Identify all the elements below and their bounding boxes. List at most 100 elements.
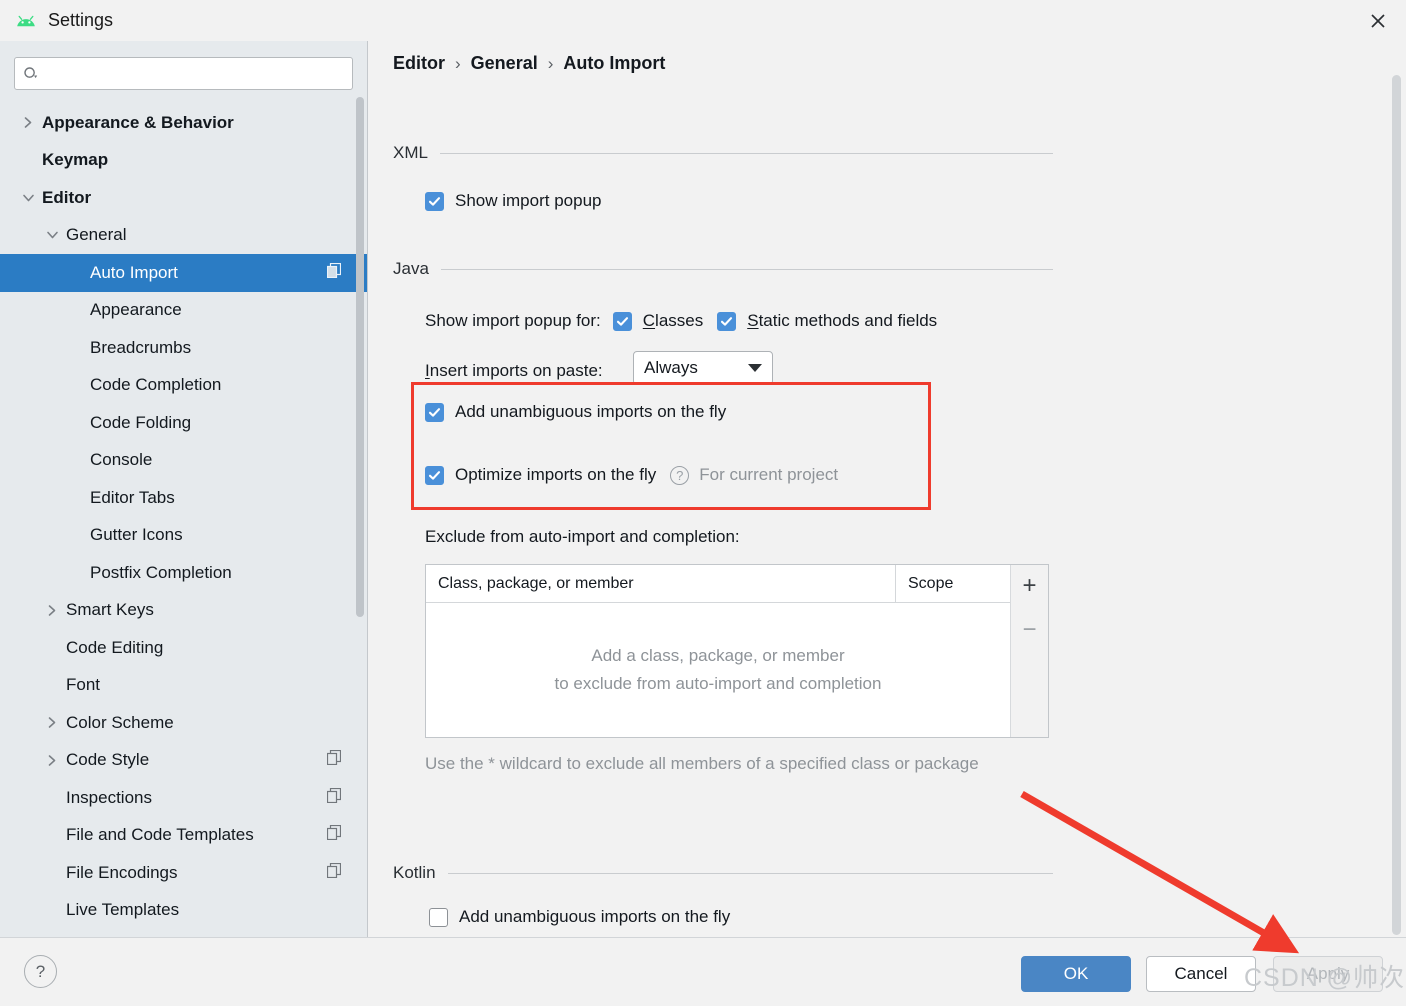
- java-add-unambiguous-checkbox[interactable]: [425, 402, 444, 422]
- title-bar: Settings: [0, 0, 1406, 41]
- sidebar-item-live-templates[interactable]: Live Templates: [0, 892, 367, 930]
- java-add-unambiguous-row[interactable]: Add unambiguous imports on the fly: [425, 402, 726, 422]
- java-section-rule: [440, 268, 1053, 270]
- chevron-right-icon[interactable]: [44, 752, 60, 768]
- search-box[interactable]: [14, 57, 353, 90]
- sidebar-item-breadcrumbs[interactable]: Breadcrumbs: [0, 329, 367, 367]
- sidebar-item-label: File and Code Templates: [66, 825, 254, 845]
- xml-show-import-popup-label: Show import popup: [455, 191, 602, 210]
- sidebar-item-code-completion[interactable]: Code Completion: [0, 367, 367, 405]
- sidebar-item-label: Code Editing: [66, 637, 164, 657]
- sidebar-item-gutter-icons[interactable]: Gutter Icons: [0, 517, 367, 555]
- sidebar-item-general[interactable]: General: [0, 217, 367, 255]
- sidebar-item-label: Code Completion: [90, 375, 222, 395]
- sidebar-item-font[interactable]: Font: [0, 667, 367, 705]
- add-button[interactable]: +: [1016, 571, 1044, 601]
- close-icon[interactable]: [1350, 0, 1406, 41]
- sidebar-item-code-folding[interactable]: Code Folding: [0, 404, 367, 442]
- chevron-down-icon[interactable]: [44, 227, 60, 243]
- sidebar-item-file-encodings[interactable]: File Encodings: [0, 854, 367, 892]
- sidebar-item-label: Editor Tabs: [90, 487, 175, 507]
- chevron-right-icon[interactable]: [44, 715, 60, 731]
- static-methods-checkbox[interactable]: [717, 311, 737, 331]
- sidebar-item-editor[interactable]: Editor: [0, 179, 367, 217]
- sidebar-item-label: Appearance: [90, 300, 182, 320]
- project-scope-icon: [326, 262, 342, 283]
- breadcrumb-auto-import: Auto Import: [563, 53, 666, 73]
- xml-show-import-popup-row[interactable]: Show import popup: [425, 191, 601, 211]
- static-methods-label: Static methods and fields: [747, 311, 938, 330]
- insert-imports-dropdown[interactable]: Always: [633, 351, 773, 385]
- java-optimize-imports-checkbox[interactable]: [425, 465, 444, 485]
- breadcrumb-separator-1: ›: [455, 53, 461, 73]
- sidebar-item-label: Live Templates: [66, 900, 180, 920]
- sidebar-item-code-editing[interactable]: Code Editing: [0, 629, 367, 667]
- settings-sidebar: Appearance & Behavior Keymap Editor General…: [0, 41, 368, 937]
- static-methods-label-rest: tatic methods and fields: [758, 311, 938, 330]
- xml-section-header: XML: [393, 143, 1053, 163]
- kotlin-section-header: Kotlin: [393, 863, 1053, 883]
- sidebar-item-inspections[interactable]: Inspections: [0, 779, 367, 817]
- kotlin-add-unambiguous-label: Add unambiguous imports on the fly: [459, 907, 731, 926]
- sidebar-item-label: File Encodings: [66, 862, 178, 882]
- sidebar-item-postfix-completion[interactable]: Postfix Completion: [0, 554, 367, 592]
- sidebar-item-editor-tabs[interactable]: Editor Tabs: [0, 479, 367, 517]
- sidebar-item-appearance[interactable]: Appearance: [0, 292, 367, 330]
- ok-button[interactable]: OK: [1021, 956, 1131, 992]
- sidebar-item-label: Keymap: [42, 150, 109, 170]
- insert-imports-label: Insert imports on paste:: [425, 361, 603, 380]
- java-optimize-imports-row[interactable]: Optimize imports on the fly ? For curren…: [425, 465, 838, 485]
- column-header-scope[interactable]: Scope: [896, 565, 1010, 602]
- optimize-scope-note: For current project: [699, 465, 839, 484]
- sidebar-item-keymap[interactable]: Keymap: [0, 142, 367, 180]
- exclude-table-main: Class, package, or member Scope Add a cl…: [426, 565, 1010, 737]
- sidebar-item-label: Console: [90, 450, 153, 470]
- sidebar-item-color-scheme[interactable]: Color Scheme: [0, 704, 367, 742]
- exclude-label: Exclude from auto-import and completion:: [425, 527, 740, 546]
- question-mark-icon[interactable]: ?: [670, 465, 690, 485]
- content-scrollbar[interactable]: [1392, 75, 1401, 935]
- sidebar-item-file-and-code-templates[interactable]: File and Code Templates: [0, 817, 367, 855]
- android-robot-icon: [14, 9, 38, 33]
- chevron-down-icon: [748, 358, 762, 378]
- java-section-title: Java: [393, 259, 429, 278]
- sidebar-item-smart-keys[interactable]: Smart Keys: [0, 592, 367, 630]
- search-input[interactable]: [45, 58, 344, 89]
- kotlin-section-title: Kotlin: [393, 863, 436, 882]
- remove-button[interactable]: −: [1016, 615, 1044, 645]
- exclude-table-empty-state: Add a class, package, or member to exclu…: [426, 603, 1010, 737]
- sidebar-item-label: Editor: [42, 187, 92, 207]
- sidebar-item-code-style[interactable]: Code Style: [0, 742, 367, 780]
- column-header-class[interactable]: Class, package, or member: [426, 565, 896, 602]
- chevron-right-icon[interactable]: [20, 115, 36, 131]
- project-scope-icon: [326, 825, 342, 845]
- sidebar-item-label: Appearance & Behavior: [42, 112, 234, 132]
- show-import-popup-for-row: Show import popup for: Classes Static me…: [425, 311, 937, 331]
- auto-import-pane: XML Show import popup Java Show import p…: [369, 89, 1406, 937]
- breadcrumb-separator-2: ›: [547, 53, 554, 73]
- sidebar-item-console[interactable]: Console: [0, 442, 367, 480]
- chevron-down-icon[interactable]: [20, 190, 36, 206]
- breadcrumb: Editor › General › Auto Import: [393, 53, 665, 74]
- project-scope-icon: [326, 862, 342, 883]
- help-button[interactable]: ?: [24, 955, 57, 988]
- sidebar-item-auto-import[interactable]: Auto Import: [0, 254, 367, 292]
- sidebar-item-label: Code Style: [66, 750, 150, 770]
- chevron-right-icon[interactable]: [44, 602, 60, 618]
- kotlin-add-unambiguous-checkbox[interactable]: [429, 907, 448, 927]
- sidebar-scrollbar[interactable]: [356, 97, 364, 617]
- sidebar-item-label: Gutter Icons: [90, 525, 183, 545]
- cancel-button[interactable]: Cancel: [1146, 956, 1256, 992]
- settings-tree: Appearance & Behavior Keymap Editor General…: [0, 100, 367, 929]
- sidebar-item-label: Postfix Completion: [90, 562, 232, 582]
- xml-show-import-popup-checkbox[interactable]: [425, 191, 444, 211]
- classes-checkbox[interactable]: [612, 311, 632, 331]
- exclude-table-toolbar: + −: [1010, 565, 1048, 737]
- sidebar-item-label: Color Scheme: [66, 712, 174, 732]
- kotlin-add-unambiguous-row[interactable]: Add unambiguous imports on the fly: [429, 907, 730, 927]
- empty-state-line-1: Add a class, package, or member: [591, 646, 845, 665]
- breadcrumb-general[interactable]: General: [471, 53, 538, 74]
- xml-section-rule: [439, 152, 1053, 154]
- sidebar-item-appearance-behavior[interactable]: Appearance & Behavior: [0, 104, 367, 142]
- breadcrumb-editor[interactable]: Editor: [393, 53, 445, 74]
